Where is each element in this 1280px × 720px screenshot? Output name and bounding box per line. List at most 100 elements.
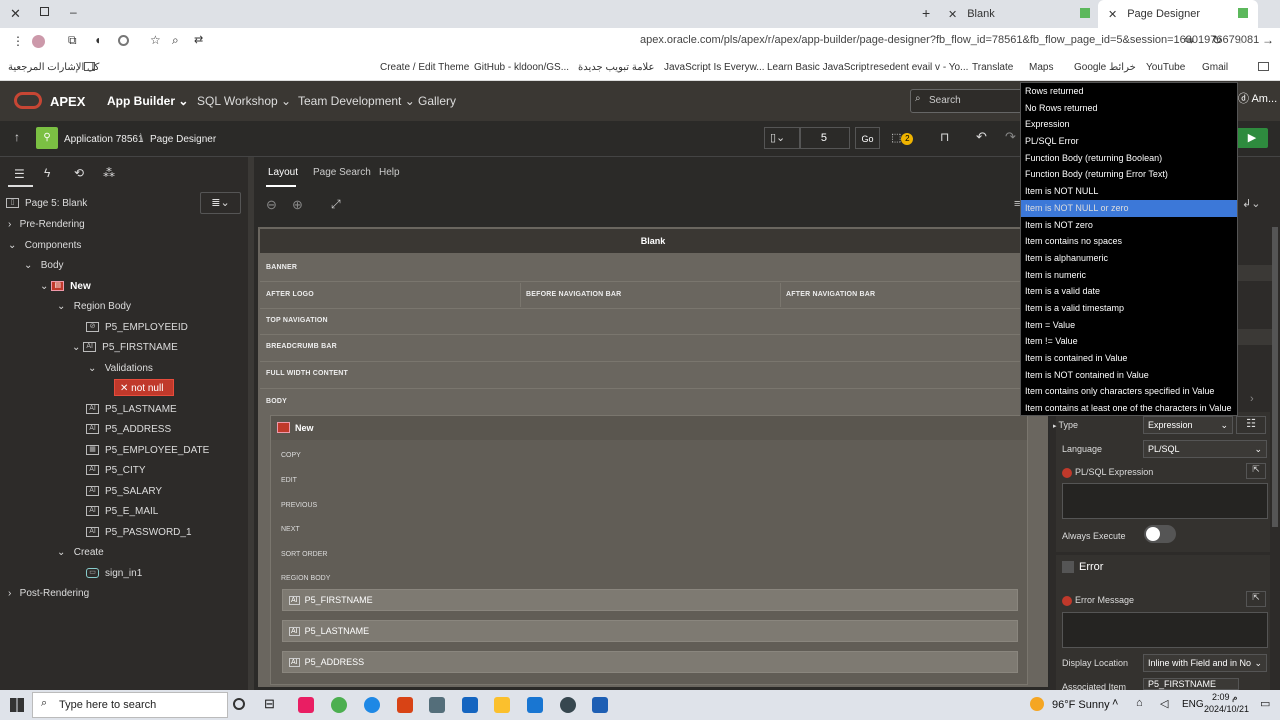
plsql-expression-input[interactable]	[1062, 483, 1268, 519]
extensions-icon[interactable]: ⧉	[68, 33, 77, 48]
forward-icon[interactable]: →	[1262, 33, 1274, 47]
tree-create[interactable]: ⌄ Create	[57, 547, 104, 558]
associated-item-select[interactable]: P5_FIRSTNAME	[1143, 678, 1239, 690]
tree-button-sign-in[interactable]: ▭ sign_in1	[86, 568, 142, 579]
slot-breadcrumb-bar[interactable]: BREADCRUMB BAR	[266, 343, 337, 350]
edge-icon[interactable]	[364, 697, 380, 713]
dropdown-option[interactable]: Item is NOT contained in Value	[1021, 367, 1237, 384]
dropdown-option[interactable]: Item is alphanumeric	[1021, 250, 1237, 267]
bookmark-maps[interactable]: Maps	[1029, 62, 1053, 73]
url-input[interactable]: apex.oracle.com/pls/apex/r/apex/app-buil…	[640, 34, 1259, 46]
new-tab-icon[interactable]: +	[922, 5, 930, 21]
slot-top-navigation[interactable]: TOP NAVIGATION	[266, 317, 328, 324]
processing-tab-icon[interactable]: ⟲	[74, 166, 84, 180]
word-icon[interactable]	[592, 697, 608, 713]
messages-icon[interactable]: ⬚ 2	[891, 131, 914, 145]
tab-page-search[interactable]: Page Search	[313, 167, 371, 178]
slot-copy[interactable]: COPY	[281, 452, 301, 459]
dropdown-option[interactable]: Item is NOT NULL or zero	[1021, 199, 1237, 217]
tree-item[interactable]: AI P5_E_MAIL	[86, 506, 158, 517]
slot-after-logo[interactable]: AFTER LOGO	[266, 291, 314, 298]
vscode-icon[interactable]	[527, 697, 543, 713]
slot-body[interactable]: BODY	[266, 398, 287, 405]
language-indicator[interactable]: ENG	[1182, 699, 1204, 710]
tune-icon[interactable]: ⇋	[1184, 33, 1194, 47]
tree-pre-rendering[interactable]: › Pre-Rendering	[8, 219, 85, 230]
dropdown-option[interactable]: Item is NOT zero	[1021, 217, 1237, 234]
bookmark-resedent[interactable]: resedent evail v - Yo...	[870, 62, 968, 73]
tree-item[interactable]: ⊘ P5_EMPLOYEEID	[86, 322, 188, 333]
dropdown-option[interactable]: Function Body (returning Error Text)	[1021, 166, 1237, 183]
display-location-select[interactable]: Inline with Field and in No ⌄	[1143, 654, 1267, 672]
tab-help[interactable]: Help	[379, 167, 400, 178]
bookmark-javascript[interactable]: JavaScript Is Everyw...	[664, 62, 765, 73]
list-icon[interactable]: ☷	[1236, 416, 1266, 434]
close-icon[interactable]: ✕	[10, 6, 21, 22]
dropdown-option[interactable]: Item is numeric	[1021, 267, 1237, 284]
error-section-header[interactable]: Error	[1062, 561, 1103, 574]
up-arrow-icon[interactable]: ↑	[14, 130, 20, 144]
bookmark-google-maps[interactable]: Google خرائط	[1074, 62, 1136, 73]
undo-icon[interactable]: ↶	[976, 129, 987, 145]
type-select[interactable]: Expression ⌄	[1143, 416, 1233, 434]
dropdown-option[interactable]: Item contains only characters specified …	[1021, 383, 1237, 400]
restore-icon[interactable]	[40, 7, 49, 16]
tree-item[interactable]: AI P5_CITY	[86, 465, 146, 476]
nav-team-development[interactable]: Team Development ⌄	[298, 94, 415, 108]
slot-previous[interactable]: PREVIOUS	[281, 502, 317, 509]
translate-icon[interactable]: ⇄	[194, 33, 203, 46]
reload-icon[interactable]: ↻	[1212, 33, 1222, 47]
dropdown-option[interactable]: No Rows returned	[1021, 100, 1237, 117]
tree-validations[interactable]: ⌄ Validations	[88, 363, 153, 374]
volume-icon[interactable]: ◁	[1160, 697, 1168, 710]
store-icon[interactable]	[429, 697, 445, 713]
scrollbar[interactable]	[1272, 227, 1278, 527]
tree-post-rendering[interactable]: › Post-Rendering	[8, 588, 89, 599]
minimize-icon[interactable]: –	[70, 5, 77, 19]
layout-item[interactable]: AI P5_LASTNAME	[282, 620, 1018, 642]
bookmark-new-tab[interactable]: علامة تبويب جديدة	[578, 62, 654, 73]
nav-arrow-icon[interactable]: ›	[1250, 393, 1254, 405]
dropdown-option[interactable]: Item is contained in Value	[1021, 350, 1237, 367]
go-button[interactable]: Go	[855, 127, 880, 149]
bookmark-gmail[interactable]: Gmail	[1202, 62, 1228, 73]
network-icon[interactable]: ⌂	[1136, 697, 1143, 709]
slot-before-nav[interactable]: BEFORE NAVIGATION BAR	[526, 291, 621, 298]
error-message-input[interactable]	[1062, 612, 1268, 648]
dropdown-option[interactable]: Rows returned	[1021, 83, 1237, 100]
record-icon[interactable]	[118, 35, 129, 46]
profile-icon[interactable]	[32, 35, 45, 48]
bookmark-github[interactable]: GitHub - kldoon/GS...	[474, 62, 569, 73]
language-select[interactable]: PL/SQL ⌄	[1143, 440, 1267, 458]
taskbar-search[interactable]: ⌕ Type here to search	[32, 692, 228, 718]
dropdown-option[interactable]: Item = Value	[1021, 317, 1237, 334]
slot-region-body[interactable]: REGION BODY	[281, 575, 330, 582]
star-icon[interactable]: ☆	[150, 33, 161, 47]
app-icon-2[interactable]	[560, 697, 576, 713]
bookmark-translate[interactable]: Translate	[972, 62, 1013, 73]
shared-components-tab-icon[interactable]: ⁂	[103, 166, 115, 180]
mail-icon[interactable]	[462, 697, 478, 713]
dropdown-option[interactable]: Item is NOT NULL	[1021, 183, 1237, 200]
dropdown-option[interactable]: Item contains no spaces	[1021, 233, 1237, 250]
tab-blank[interactable]: ✕ Blank	[938, 0, 1078, 28]
layout-item[interactable]: AI P5_FIRSTNAME	[282, 589, 1018, 611]
nav-app-builder[interactable]: App Builder ⌄	[107, 94, 188, 108]
tree-menu-button[interactable]: ≣⌄	[200, 192, 241, 214]
dropdown-option[interactable]: Item is a valid date	[1021, 283, 1237, 300]
slot-banner[interactable]: BANNER	[266, 264, 297, 271]
bookmark-create-edit-theme[interactable]: Create / Edit Theme	[380, 62, 469, 73]
tree-region-new[interactable]: ⌄ ▤ New	[40, 281, 91, 292]
apex-logo-text[interactable]: APEX	[50, 94, 85, 109]
code-editor-icon[interactable]: ⇱	[1246, 463, 1266, 479]
all-bookmarks-icon[interactable]	[1258, 62, 1269, 71]
cast-icon[interactable]: ◖	[94, 33, 101, 47]
widgets-icon[interactable]: ⊟	[264, 696, 275, 712]
zoom-out-icon[interactable]: ⊖	[266, 197, 277, 213]
chrome-icon[interactable]	[331, 697, 347, 713]
slot-edit[interactable]: EDIT	[281, 477, 297, 484]
bookmark-youtube[interactable]: YouTube	[1146, 62, 1185, 73]
clock-time[interactable]: 2:09 م	[1212, 692, 1238, 703]
tree-item[interactable]: AI P5_PASSWORD_1	[86, 527, 192, 538]
breadcrumb-application[interactable]: Application 78561	[64, 134, 144, 145]
